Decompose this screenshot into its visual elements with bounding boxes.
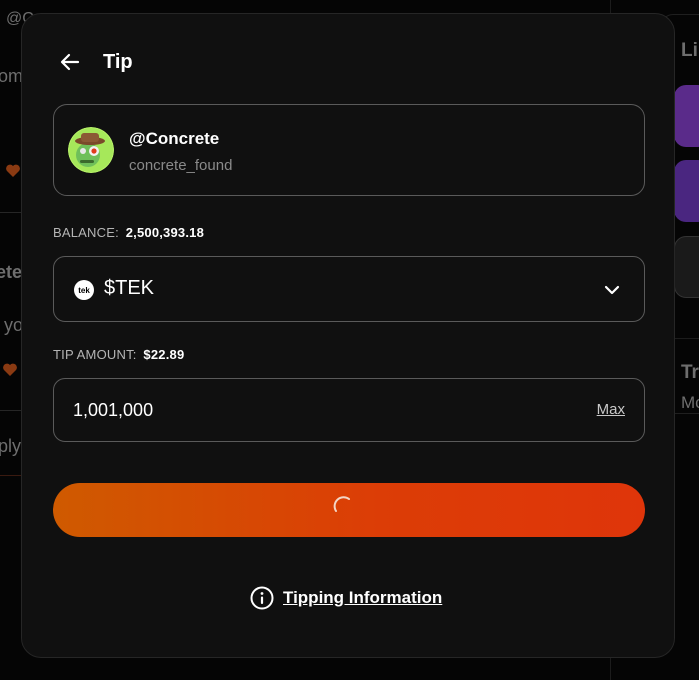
tip-amount-label: TIP AMOUNT: xyxy=(53,347,137,362)
tipping-information-label: Tipping Information xyxy=(283,588,443,607)
tip-modal: Tip @Concrete concrete_found BALANCE: 2,… xyxy=(21,13,675,658)
background-text: Li xyxy=(681,40,698,61)
info-icon xyxy=(250,586,274,610)
token-select[interactable]: tek $TEK xyxy=(53,256,645,322)
chevron-down-icon xyxy=(604,285,620,295)
background-left-column: @C om ete yo ply xyxy=(0,0,34,680)
recipient-username: concrete_found xyxy=(129,157,233,174)
background-thumbnail xyxy=(674,160,699,222)
max-button[interactable]: Max xyxy=(597,401,625,418)
background-thumbnail xyxy=(674,85,699,147)
background-text: Mc xyxy=(681,393,699,412)
tip-amount-usd: $22.89 xyxy=(143,347,185,362)
background-text: ete xyxy=(0,262,23,282)
background-text: Tr xyxy=(681,362,699,383)
send-tip-button[interactable] xyxy=(53,483,645,537)
token-symbol: $TEK xyxy=(104,277,155,299)
back-arrow-icon[interactable] xyxy=(58,50,82,74)
background-text: om xyxy=(0,66,24,86)
heart-icon xyxy=(3,363,17,376)
background-divider xyxy=(0,475,22,476)
tip-amount-field: Max xyxy=(53,378,645,442)
background-divider xyxy=(0,410,22,411)
heart-icon xyxy=(6,164,20,177)
tip-amount-input[interactable] xyxy=(73,395,553,425)
tip-amount-row: TIP AMOUNT: $22.89 xyxy=(53,347,184,362)
recipient-handle: @Concrete xyxy=(129,129,220,148)
recipient-card: @Concrete concrete_found xyxy=(53,104,645,196)
background-divider xyxy=(0,212,22,213)
tipping-information-link[interactable]: Tipping Information xyxy=(250,585,442,611)
tek-token-icon: tek xyxy=(74,280,94,300)
background-text: ply xyxy=(0,436,22,456)
avatar xyxy=(68,127,114,173)
modal-title: Tip xyxy=(103,51,133,73)
background-thumbnail xyxy=(674,236,699,298)
balance-row: BALANCE: 2,500,393.18 xyxy=(53,225,204,240)
balance-label: BALANCE: xyxy=(53,225,119,240)
balance-value: 2,500,393.18 xyxy=(125,225,205,240)
loading-spinner-icon xyxy=(333,496,350,512)
